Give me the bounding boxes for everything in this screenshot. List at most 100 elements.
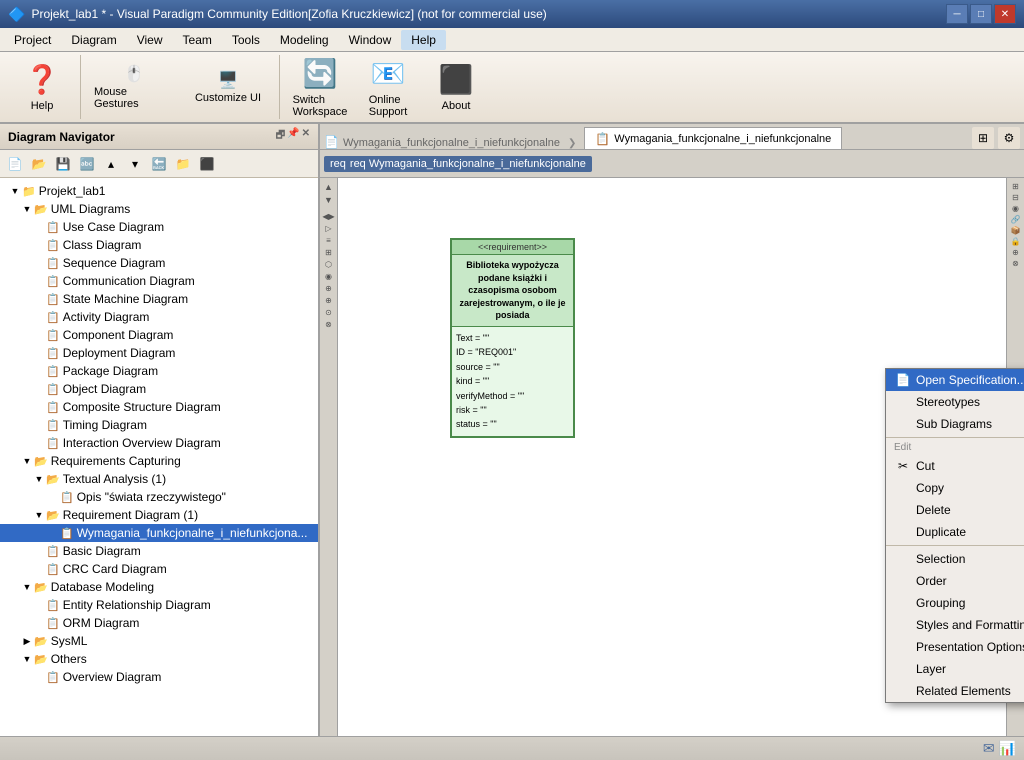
menu-diagram[interactable]: Diagram (61, 30, 126, 50)
rside-icon7[interactable]: ⊕ (1012, 248, 1019, 257)
side-icon5[interactable]: ⬡ (325, 260, 332, 269)
menu-view[interactable]: View (127, 30, 173, 50)
tree-item-opis[interactable]: ▶ 📋 Opis "świata rzeczywistego" (0, 488, 318, 506)
side-tool-arrow[interactable]: ▲ (324, 182, 333, 192)
tree-item-package[interactable]: ▶ 📋 Package Diagram (0, 362, 318, 380)
tree-item-textual[interactable]: ▼ 📂 Textual Analysis (1) (0, 470, 318, 488)
nav-restore-btn[interactable]: 🗗 (276, 128, 285, 145)
tree-item-uml[interactable]: ▼ 📂 UML Diagrams (0, 200, 318, 218)
rside-icon5[interactable]: 📦 (1011, 226, 1021, 235)
menu-window[interactable]: Window (339, 30, 402, 50)
tree-item-database[interactable]: ▼ 📂 Database Modeling (0, 578, 318, 596)
tree-item-composite[interactable]: ▶ 📋 Composite Structure Diagram (0, 398, 318, 416)
menu-tools[interactable]: Tools (222, 30, 270, 50)
nav-btn2[interactable]: 📂 (28, 153, 50, 175)
side-icon3[interactable]: ≡ (326, 236, 331, 245)
expand-requirements[interactable]: ▼ (20, 456, 34, 466)
tree-item-object[interactable]: ▶ 📋 Object Diagram (0, 380, 318, 398)
maximize-button[interactable]: □ (970, 4, 992, 24)
rside-icon3[interactable]: ◉ (1012, 204, 1019, 213)
ctx-selection[interactable]: Selection ▶ (886, 548, 1024, 570)
tree-item-reqdiag[interactable]: ▼ 📂 Requirement Diagram (1) (0, 506, 318, 524)
ctx-sub-diagrams[interactable]: Sub Diagrams ▶ (886, 413, 1024, 435)
ctx-copy[interactable]: Copy ▶ (886, 477, 1024, 499)
nav-btn5[interactable]: ▾ (124, 153, 146, 175)
diagram-node[interactable]: <<requirement>> Biblioteka wypożycza pod… (450, 238, 575, 438)
canvas-viewport[interactable]: ▲ ▼ ◀▶ ▷ ≡ ⊞ ⬡ ◉ ⊕ ⊕ ⊙ ⊗ <<requirement>>… (320, 178, 1024, 736)
ctx-delete[interactable]: Delete ▶ (886, 499, 1024, 521)
minimize-button[interactable]: ─ (946, 4, 968, 24)
side-icon8[interactable]: ⊕ (325, 296, 332, 305)
ctx-duplicate[interactable]: Duplicate Ctrl+E (886, 521, 1024, 543)
side-icon7[interactable]: ⊕ (325, 284, 332, 293)
online-support-button[interactable]: 📧 OnlineSupport (356, 58, 420, 116)
tree-item-overview[interactable]: ▶ 📋 Overview Diagram (0, 668, 318, 686)
rside-icon8[interactable]: ⊗ (1012, 259, 1019, 268)
nav-btn7[interactable]: ⬛ (196, 153, 218, 175)
nav-btn6[interactable]: 🔙 (148, 153, 170, 175)
rside-icon2[interactable]: ⊟ (1012, 193, 1019, 202)
rside-icon6[interactable]: 🔒 (1011, 237, 1021, 246)
tree-item-communication[interactable]: ▶ 📋 Communication Diagram (0, 272, 318, 290)
canvas-tab-main[interactable]: 📋 Wymagania_funkcjonalne_i_niefunkcjonal… (584, 127, 842, 149)
nav-pin-btn[interactable]: 📌 (287, 128, 299, 145)
side-icon4[interactable]: ⊞ (325, 248, 332, 257)
menu-modeling[interactable]: Modeling (270, 30, 339, 50)
close-button[interactable]: ✕ (994, 4, 1016, 24)
side-tool-arrow2[interactable]: ▼ (324, 195, 333, 205)
tree-item-wymagania[interactable]: ▶ 📋 Wymagania_funkcjonalne_i_niefunkcjon… (0, 524, 318, 542)
ctx-layer[interactable]: Layer ▶ (886, 658, 1024, 680)
side-icon1[interactable]: ◀▶ (322, 212, 334, 221)
side-icon2[interactable]: ▷ (325, 224, 331, 233)
tree-item-orm[interactable]: ▶ 📋 ORM Diagram (0, 614, 318, 632)
nav-btn4[interactable]: ▴ (100, 153, 122, 175)
expand-projekt[interactable]: ▼ (8, 186, 22, 196)
nav-close-btn[interactable]: ✕ (302, 128, 310, 145)
tree-item-projekt[interactable]: ▼ 📁 Projekt_lab1 (0, 182, 318, 200)
tree-item-sysml[interactable]: ▶ 📂 SysML (0, 632, 318, 650)
rside-icon1[interactable]: ⊞ (1012, 182, 1019, 191)
ctx-cut[interactable]: ✂ Cut (886, 455, 1024, 477)
tree-item-timing[interactable]: ▶ 📋 Timing Diagram (0, 416, 318, 434)
tree-item-erd[interactable]: ▶ 📋 Entity Relationship Diagram (0, 596, 318, 614)
expand-uml[interactable]: ▼ (20, 204, 34, 214)
mouse-gestures-button[interactable]: 🖱️ Mouse Gestures (89, 60, 179, 114)
mail-icon[interactable]: ✉ (983, 740, 995, 757)
tree-item-interaction[interactable]: ▶ 📋 Interaction Overview Diagram (0, 434, 318, 452)
menu-help[interactable]: Help (401, 30, 446, 50)
expand-others[interactable]: ▼ (20, 654, 34, 664)
nav-new-btn[interactable]: 📄 (4, 153, 26, 175)
tree-item-sequence[interactable]: ▶ 📋 Sequence Diagram (0, 254, 318, 272)
ctx-order[interactable]: Order ▶ (886, 570, 1024, 592)
tree-item-activity[interactable]: ▶ 📋 Activity Diagram (0, 308, 318, 326)
tree-item-others[interactable]: ▼ 📂 Others (0, 650, 318, 668)
tree-item-deployment[interactable]: ▶ 📋 Deployment Diagram (0, 344, 318, 362)
ctx-stereotypes[interactable]: Stereotypes ▶ (886, 391, 1024, 413)
tree-item-crc[interactable]: ▶ 📋 CRC Card Diagram (0, 560, 318, 578)
settings-status-icon[interactable]: 📊 (999, 740, 1016, 757)
menu-project[interactable]: Project (4, 30, 61, 50)
nav-btn3[interactable]: 💾 (52, 153, 74, 175)
ctx-styles[interactable]: Styles and Formatting ▶ (886, 614, 1024, 636)
customize-ui-button[interactable]: 🖥️ Customize UI (183, 60, 273, 114)
side-icon10[interactable]: ⊗ (325, 320, 332, 329)
nav-sort-btn[interactable]: 🔤 (76, 153, 98, 175)
expand-database[interactable]: ▼ (20, 582, 34, 592)
side-icon9[interactable]: ⊙ (325, 308, 332, 317)
menu-team[interactable]: Team (173, 30, 222, 50)
tree-item-usecase[interactable]: ▶ 📋 Use Case Diagram (0, 218, 318, 236)
rside-icon4[interactable]: 🔗 (1011, 215, 1021, 224)
tree-item-class[interactable]: ▶ 📋 Class Diagram (0, 236, 318, 254)
about-button[interactable]: ⬛ About (424, 58, 488, 116)
canvas-config-btn[interactable]: ⚙ (998, 127, 1020, 149)
expand-reqdiag[interactable]: ▼ (32, 510, 46, 520)
tree-item-basic[interactable]: ▶ 📋 Basic Diagram (0, 542, 318, 560)
tree-item-component[interactable]: ▶ 📋 Component Diagram (0, 326, 318, 344)
ctx-grouping[interactable]: Grouping ▶ (886, 592, 1024, 614)
switch-workspace-button[interactable]: 🔄 SwitchWorkspace (288, 58, 352, 116)
help-button[interactable]: ❓ Help (10, 58, 74, 116)
canvas-split-btn[interactable]: ⊞ (972, 127, 994, 149)
nav-folder-btn[interactable]: 📁 (172, 153, 194, 175)
expand-sysml[interactable]: ▶ (20, 636, 34, 647)
tree-item-statemachine[interactable]: ▶ 📋 State Machine Diagram (0, 290, 318, 308)
